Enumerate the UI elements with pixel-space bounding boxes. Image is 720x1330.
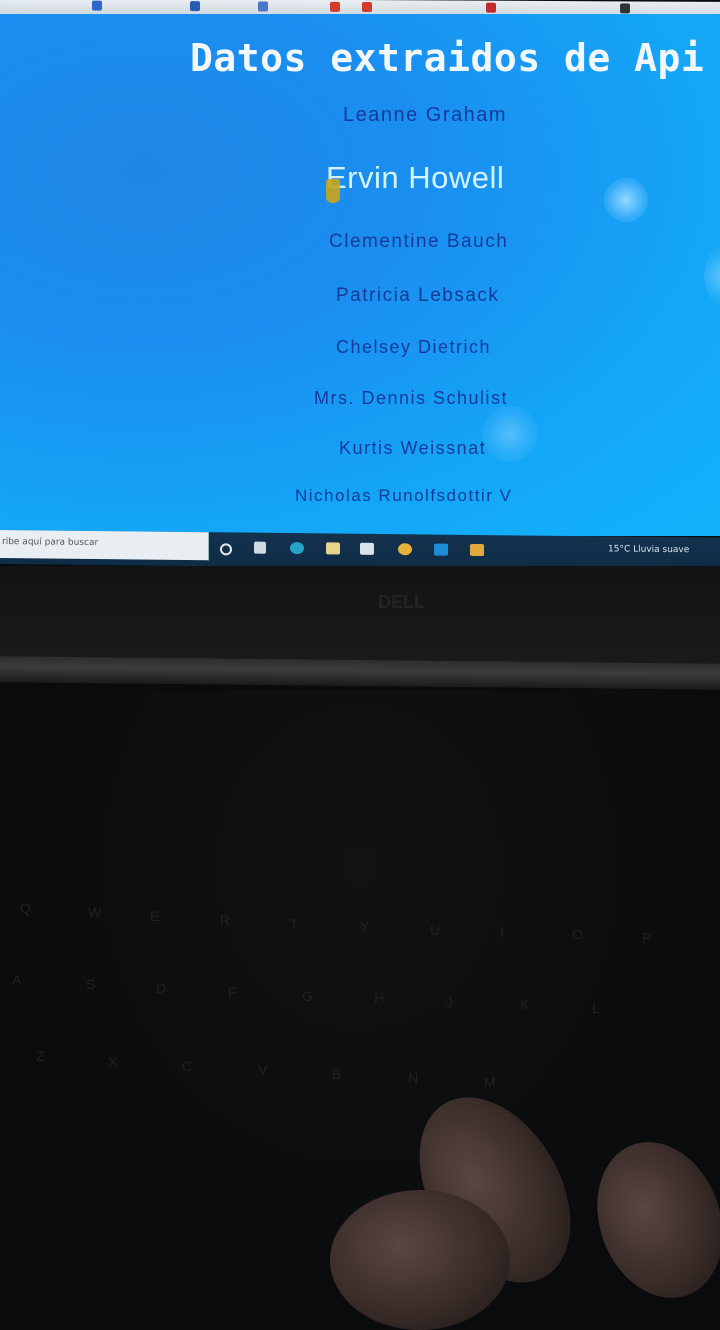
key-label: V [258,1062,268,1078]
light-reflection [482,406,538,462]
cortana-icon[interactable] [220,543,232,556]
key-label: A [12,972,22,988]
key-label: L [592,1000,600,1016]
key-label: C [182,1058,193,1074]
hand [330,1190,510,1330]
key-label: T [290,916,299,932]
search-placeholder: ribe aquí para buscar [2,537,99,549]
key-label: G [302,988,313,1004]
bookmark-icon[interactable] [258,1,268,12]
light-reflection [704,246,720,306]
bookmark-icon[interactable] [620,3,630,14]
key-label: N [408,1070,419,1086]
weather-widget[interactable]: 15°C Lluvia suave [608,544,689,555]
taskbar-search-box[interactable]: ribe aquí para buscar [0,530,209,561]
sublime-text-icon[interactable] [470,543,484,557]
key-label: K [520,996,530,1012]
key-label: B [332,1066,342,1082]
key-label: P [642,930,652,946]
bookmark-icon[interactable] [362,2,372,13]
key-label: F [228,984,237,1000]
chrome-icon[interactable] [398,543,412,556]
user-name-item[interactable]: Chelsey Dietrich [336,337,491,358]
key-label: J [446,994,453,1010]
laptop-logo: DELL [378,592,425,612]
user-name-item[interactable]: Nicholas Runolfsdottir V [295,486,512,506]
user-name-item[interactable]: Mrs. Dennis Schulist [314,388,508,409]
key-label: X [108,1054,118,1070]
page-title: Datos extraidos de Api [190,36,705,80]
store-icon[interactable] [360,542,374,555]
bookmark-icon[interactable] [190,1,200,12]
task-view-icon[interactable] [254,541,266,554]
key-label: Y [360,918,370,934]
bookmark-icon[interactable] [92,0,102,11]
key-label: M [484,1074,496,1090]
key-label: E [150,908,160,924]
user-name-item[interactable]: Kurtis Weissnat [339,438,486,459]
edge-icon[interactable] [290,542,304,555]
web-page-viewport: Datos extraidos de Api Leanne Graham Erv… [0,14,720,536]
key-label: D [156,980,167,996]
file-explorer-icon[interactable] [326,542,340,555]
user-name-item[interactable]: Clementine Bauch [329,231,508,253]
finger [576,1124,720,1316]
key-label: W [88,904,102,920]
key-label: Q [20,900,31,916]
user-name-item[interactable]: Leanne Graham [343,104,507,127]
mail-icon[interactable] [434,543,448,556]
hand-cursor-icon [326,179,340,203]
user-name-item[interactable]: Patricia Lebsack [336,285,499,307]
user-name-item-hovered[interactable]: Ervin Howell [326,160,504,196]
key-label: Z [36,1048,45,1064]
key-label: O [572,926,583,942]
key-label: H [374,990,385,1006]
key-label: U [430,922,441,938]
key-label: R [220,912,231,928]
bookmark-icon[interactable] [486,2,496,13]
keyboard: Q W E R T Y U I O P A S D F G H J K L Z … [0,690,720,1330]
key-label: I [500,924,504,940]
light-reflection [604,178,648,222]
key-label: S [86,976,96,992]
bookmark-icon[interactable] [330,1,340,12]
